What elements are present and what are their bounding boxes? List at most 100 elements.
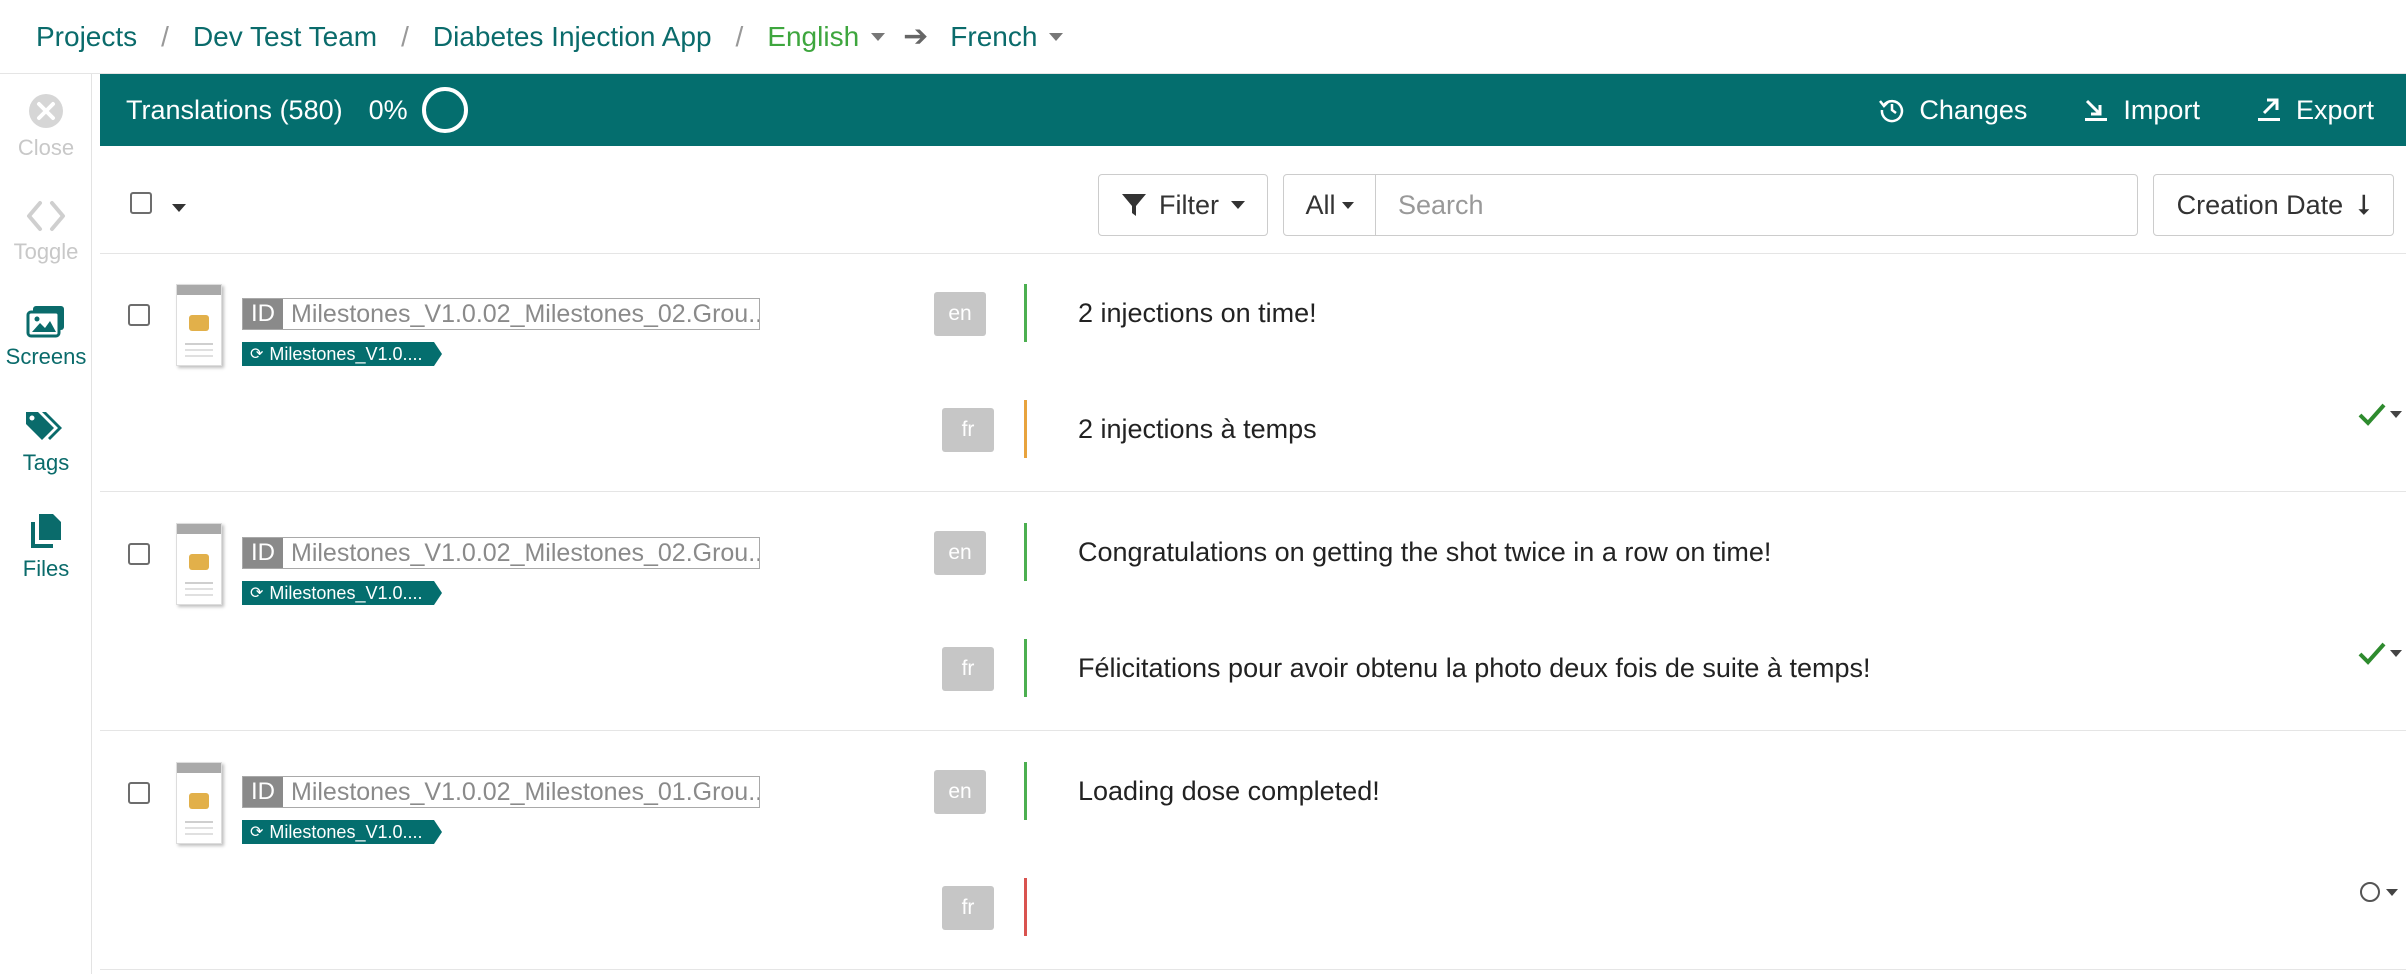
sidebar-item-screens[interactable]: Screens <box>0 284 92 389</box>
translation-row: ID Milestones_V1.0.02_Milestones_02.Grou… <box>100 493 2406 731</box>
source-text: Loading dose completed! <box>1078 776 1380 806</box>
empty-circle-icon <box>2360 882 2380 902</box>
breadcrumb: Projects / Dev Test Team / Diabetes Inje… <box>0 0 2406 74</box>
translation-row: ID Milestones_V1.0.02_Milestones_02.Grou… <box>100 254 2406 492</box>
chevron-down-icon <box>871 32 886 41</box>
breadcrumb-separator: / <box>735 20 744 52</box>
code-brackets-icon <box>27 200 65 231</box>
translation-row: ID Milestones_V1.0.02_Milestones_01.Grou… <box>100 732 2406 970</box>
source-lang-badge: en <box>934 531 986 575</box>
status-dropdown[interactable] <box>2358 641 2402 665</box>
chevron-down-icon <box>1231 201 1245 209</box>
string-key: Milestones_V1.0.02_Milestones_01.Grou... <box>291 777 759 806</box>
id-badge: ID <box>243 299 283 329</box>
close-circle-icon <box>29 93 63 128</box>
breadcrumb-projects[interactable]: Projects <box>36 21 137 53</box>
scope-label: All <box>1305 189 1336 220</box>
sidebar-item-toggle[interactable]: Toggle <box>0 179 92 284</box>
export-button[interactable]: Export <box>2256 95 2374 126</box>
chevron-down-icon <box>2390 649 2402 657</box>
import-icon <box>2085 99 2108 121</box>
arrow-down-icon: ⭣ <box>2357 188 2371 220</box>
source-language-dropdown[interactable]: English <box>767 20 886 53</box>
file-tag-label: Milestones_V1.0.... <box>269 343 423 364</box>
screen-thumbnail[interactable] <box>176 523 222 605</box>
source-status-bar <box>1024 284 1027 342</box>
chevron-down-icon <box>1049 32 1064 41</box>
tags-icon <box>26 411 62 440</box>
target-text[interactable]: Félicitations pour avoir obtenu la photo… <box>1078 653 1870 684</box>
sidebar-item-label: Screens <box>5 343 87 369</box>
status-dropdown[interactable] <box>2358 402 2402 426</box>
progress-ring-icon <box>421 87 468 133</box>
sync-icon: ⟳ <box>250 585 264 602</box>
target-status-bar <box>1024 878 1027 936</box>
scope-dropdown[interactable]: All <box>1284 175 1376 235</box>
row-checkbox[interactable] <box>128 304 150 326</box>
target-status-bar <box>1024 639 1027 697</box>
sidebar-item-tags[interactable]: Tags <box>0 389 92 494</box>
funnel-icon <box>1122 194 1146 216</box>
string-key: Milestones_V1.0.02_Milestones_02.Grou... <box>291 299 759 328</box>
translations-title: Translations (580) <box>126 94 343 125</box>
search-group: All <box>1283 174 2138 236</box>
source-text: Congratulations on getting the shot twic… <box>1078 537 1772 567</box>
file-tag-label: Milestones_V1.0.... <box>269 821 423 842</box>
sync-icon: ⟳ <box>250 824 264 841</box>
target-status-bar <box>1024 400 1027 458</box>
file-tag-label: Milestones_V1.0.... <box>269 582 423 603</box>
string-key-field[interactable]: ID Milestones_V1.0.02_Milestones_02.Grou… <box>242 537 760 569</box>
target-lang-badge: fr <box>942 647 994 691</box>
source-status-bar <box>1024 523 1027 581</box>
target-language-dropdown[interactable]: French <box>950 20 1064 53</box>
row-checkbox[interactable] <box>128 782 150 804</box>
sidebar-item-label: Toggle <box>13 238 79 264</box>
file-tag[interactable]: ⟳ Milestones_V1.0.... <box>242 342 442 366</box>
import-button[interactable]: Import <box>2083 95 2200 126</box>
sort-label: Creation Date <box>2176 189 2344 220</box>
sidebar-item-label: Close <box>17 134 75 160</box>
source-status-bar <box>1024 762 1027 820</box>
breadcrumb-app[interactable]: Diabetes Injection App <box>433 21 712 53</box>
file-tag[interactable]: ⟳ Milestones_V1.0.... <box>242 820 442 844</box>
sort-button[interactable]: Creation Date ⭣ <box>2153 174 2394 236</box>
source-language-label: English <box>767 20 860 52</box>
translations-header: Translations (580) 0% Changes Import Exp… <box>100 74 2406 146</box>
screen-thumbnail[interactable] <box>176 284 222 366</box>
sidebar-item-label: Tags <box>22 449 70 475</box>
target-language-label: French <box>950 20 1038 52</box>
changes-button[interactable]: Changes <box>1879 95 2027 126</box>
status-dropdown[interactable] <box>2358 880 2398 904</box>
progress-percent: 0% <box>368 94 408 125</box>
chevron-down-icon <box>2386 888 2398 896</box>
string-key: Milestones_V1.0.02_Milestones_02.Grou... <box>291 538 759 567</box>
breadcrumb-team[interactable]: Dev Test Team <box>193 21 377 53</box>
screen-thumbnail[interactable] <box>176 762 222 844</box>
sidebar-item-files[interactable]: Files <box>0 494 92 599</box>
string-key-field[interactable]: ID Milestones_V1.0.02_Milestones_02.Grou… <box>242 298 760 330</box>
id-badge: ID <box>243 538 283 568</box>
files-icon <box>31 513 61 548</box>
sidebar-item-label: Files <box>22 555 70 581</box>
filter-label: Filter <box>1159 189 1219 220</box>
check-icon <box>2358 403 2386 426</box>
chevron-down-icon <box>1341 201 1354 209</box>
select-all-checkbox[interactable] <box>130 192 152 214</box>
arrow-right-icon: ➔ <box>903 20 929 53</box>
string-key-field[interactable]: ID Milestones_V1.0.02_Milestones_01.Grou… <box>242 776 760 808</box>
chevron-down-icon[interactable] <box>172 204 186 212</box>
row-checkbox[interactable] <box>128 543 150 565</box>
filter-button[interactable]: Filter <box>1098 174 1268 236</box>
source-text: 2 injections on time! <box>1078 298 1317 328</box>
sidebar: Close Toggle Screens Tags Files <box>0 74 92 974</box>
history-icon <box>1879 99 1904 123</box>
file-tag[interactable]: ⟳ Milestones_V1.0.... <box>242 581 442 605</box>
export-label: Export <box>2295 94 2374 125</box>
target-lang-badge: fr <box>942 408 994 452</box>
search-input[interactable] <box>1376 175 2137 235</box>
sidebar-item-close[interactable]: Close <box>0 74 92 179</box>
target-lang-badge: fr <box>942 886 994 930</box>
source-lang-badge: en <box>934 292 986 336</box>
changes-label: Changes <box>1919 94 2028 125</box>
target-text[interactable]: 2 injections à temps <box>1078 414 1317 445</box>
